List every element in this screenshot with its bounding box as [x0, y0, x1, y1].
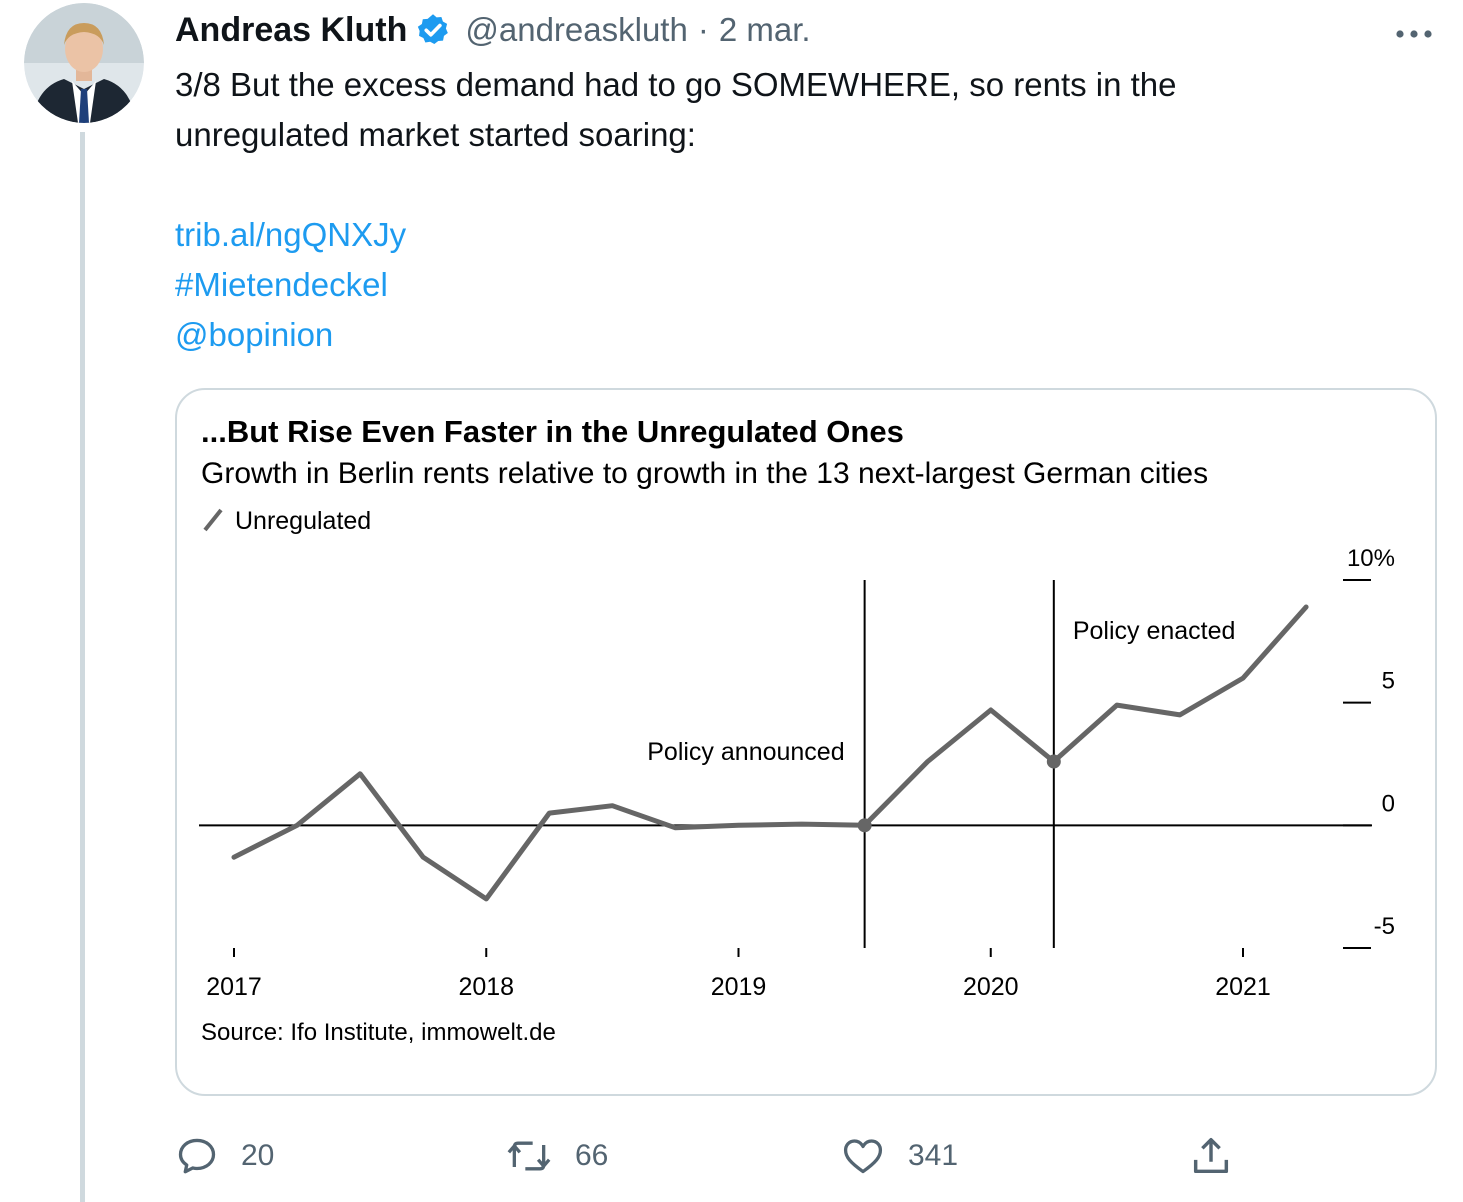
reply-icon	[178, 1138, 216, 1174]
plot-area: 10% 5 0 -5 2017 2018 2019 2020 2021 Policy announ…	[199, 545, 1395, 1001]
more-button[interactable]	[1390, 10, 1438, 44]
hashtag-link[interactable]: #Mietendeckel	[175, 260, 406, 310]
y-tick-label: 5	[1382, 668, 1395, 695]
more-dots-icon	[1396, 30, 1432, 38]
header-separator: ·	[697, 11, 709, 48]
tweet-text: 3/8 But the excess demand had to go SOME…	[175, 60, 1375, 160]
share-icon	[1193, 1137, 1229, 1174]
legend-label: Unregulated	[235, 507, 371, 535]
retweet-icon	[507, 1141, 551, 1171]
tweet-actions: 20 66 341	[175, 1130, 1275, 1182]
y-tick-label: 10%	[1347, 545, 1395, 572]
tweet-text-line: unregulated market started soaring:	[175, 116, 696, 153]
x-tick-label: 2019	[711, 973, 767, 1001]
chart-title: ...But Rise Even Faster in the Unregulat…	[201, 414, 904, 449]
legend-swatch	[203, 508, 223, 532]
share-button[interactable]	[1188, 1130, 1234, 1182]
x-tick-label: 2021	[1215, 973, 1271, 1001]
like-count: 341	[908, 1139, 959, 1172]
chart-card[interactable]: ...But Rise Even Faster in the Unregulat…	[175, 388, 1437, 1096]
annotation-marker	[1046, 754, 1061, 769]
verified-badge-icon	[415, 12, 451, 48]
annotation-marker	[857, 818, 872, 833]
x-tick-label: 2020	[963, 973, 1019, 1001]
tweet-links: trib.al/ngQNXJy #Mietendeckel @bopinion	[175, 210, 406, 360]
heart-icon	[843, 1139, 883, 1174]
retweet-count: 66	[575, 1139, 609, 1172]
tweet-header: Andreas Kluth @andreaskluth · 2 mar.	[175, 6, 811, 54]
tweet-link[interactable]: trib.al/ngQNXJy	[175, 210, 406, 260]
reply-count: 20	[241, 1139, 275, 1172]
thread-line	[80, 132, 85, 1202]
y-tick-label: -5	[1374, 913, 1395, 940]
tweet-date[interactable]: 2 mar.	[719, 11, 811, 49]
x-tick-label: 2018	[458, 973, 514, 1001]
annotation-label: Policy announced	[647, 738, 844, 766]
retweet-button[interactable]: 66	[505, 1130, 608, 1182]
rent-growth-chart: ...But Rise Even Faster in the Unregulat…	[199, 414, 1395, 1046]
mention-link[interactable]: @bopinion	[175, 310, 406, 360]
reply-button[interactable]: 20	[175, 1130, 274, 1182]
y-tick-label: 0	[1382, 790, 1395, 817]
x-tick-label: 2017	[206, 973, 262, 1001]
chart-subtitle: Growth in Berlin rents relative to growt…	[201, 457, 1208, 490]
avatar-image	[24, 3, 144, 123]
author-name[interactable]: Andreas Kluth	[175, 11, 407, 50]
tweet-text-line: 3/8 But the excess demand had to go SOME…	[175, 66, 1177, 103]
annotation-label: Policy enacted	[1073, 617, 1236, 645]
avatar[interactable]	[24, 3, 144, 123]
like-button[interactable]: 341	[840, 1130, 958, 1182]
author-handle[interactable]: @andreaskluth	[465, 11, 687, 49]
chart-source: Source: Ifo Institute, immowelt.de	[201, 1019, 556, 1046]
